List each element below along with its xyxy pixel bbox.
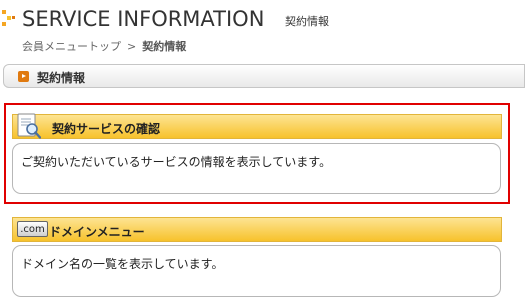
contract-service-text: ご契約いただいているサービスの情報を表示しています。	[21, 155, 332, 169]
domain-menu-title: ドメインメニュー	[49, 225, 145, 239]
page-title: SERVICE INFORMATION	[22, 7, 265, 31]
section-label: 契約情報	[37, 71, 86, 85]
breadcrumb-separator: >	[127, 40, 137, 53]
contract-service-title: 契約サービスの確認	[52, 122, 161, 136]
domain-menu-text: ドメイン名の一覧を表示しています。	[21, 257, 224, 271]
breadcrumb: 会員メニュートップ > 契約情報	[22, 38, 186, 54]
document-magnifier-icon	[17, 113, 41, 139]
section-header: 契約情報	[3, 64, 525, 88]
page-subtitle: 契約情報	[285, 15, 329, 28]
contract-service-header[interactable]: 契約サービスの確認	[12, 113, 502, 139]
domain-menu-header[interactable]: .com ドメインメニュー	[12, 217, 502, 242]
breadcrumb-home-link[interactable]: 会員メニュートップ	[22, 40, 121, 53]
domain-menu-description: ドメイン名の一覧を表示しています。	[12, 245, 501, 297]
logo-icon	[2, 10, 16, 26]
contract-service-description: ご契約いただいているサービスの情報を表示しています。	[12, 143, 501, 194]
breadcrumb-current: 契約情報	[142, 40, 187, 53]
arrow-bullet-icon	[18, 71, 29, 82]
dotcom-badge-icon: .com	[17, 221, 48, 237]
